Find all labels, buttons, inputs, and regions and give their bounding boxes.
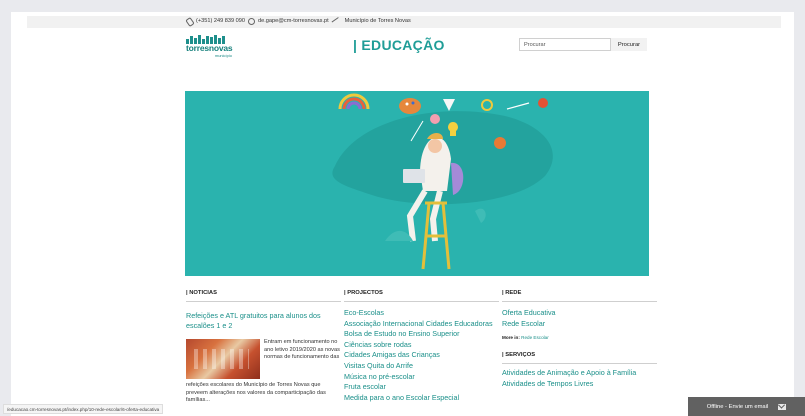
chat-widget[interactable]: Offline - Envie um email [688, 397, 805, 416]
municipality-link[interactable]: Município de Torres Novas [345, 18, 411, 24]
network-list: Oferta Educativa Rede Escolar [502, 308, 657, 329]
more-in: More in: Rede Escolar [502, 335, 657, 340]
more-in-link[interactable]: Rede Escolar [521, 335, 549, 340]
project-link[interactable]: Fruta escolar [344, 382, 499, 393]
contact-bar: (+351) 249 839 090 de.gape@cm-torresnova… [186, 15, 411, 27]
project-link[interactable]: Visitas Quita do Arrife [344, 361, 499, 372]
rainbow-icon [338, 93, 370, 110]
project-link[interactable]: Medida para o ano Escolar Especial [344, 393, 499, 404]
project-link[interactable]: Associação Internacional Cidades Educado… [344, 319, 499, 330]
services-list: Atividades de Animação e Apoio à Família… [502, 368, 657, 389]
search-input[interactable] [519, 38, 611, 51]
globe-icon [430, 114, 440, 124]
project-link[interactable]: Eco-Escolas [344, 308, 499, 319]
ball-icon [494, 137, 506, 149]
news-heading: | NOTICIAS [186, 290, 341, 302]
triangle-ruler-icon [443, 99, 455, 111]
news-body: Entram em funcionamento no ano letivo 20… [186, 339, 341, 403]
at-icon [248, 17, 255, 25]
logo-sub: município [214, 53, 232, 58]
service-link[interactable]: Atividades de Tempos Livres [502, 379, 657, 390]
more-in-label: More in: [502, 335, 520, 341]
chat-label: Offline - Envie um email [706, 403, 769, 410]
service-link[interactable]: Atividades de Animação e Apoio à Família [502, 368, 657, 379]
link-icon [331, 17, 341, 25]
logo-word: torresnovas [186, 43, 233, 53]
palette-icon [399, 98, 421, 114]
phone-icon [186, 18, 193, 25]
hero-illustration [332, 93, 553, 270]
hero-banner [185, 91, 649, 276]
news-text: Entram em funcionamento no ano letivo 20… [264, 339, 340, 361]
contact-email[interactable]: de.gape@cm-torresnovas.pt [258, 18, 329, 24]
laptop-icon [403, 169, 425, 183]
project-link[interactable]: Bolsa de Estudo no Ensino Superior [344, 329, 499, 340]
network-link[interactable]: Oferta Educativa [502, 308, 657, 319]
projects-heading: | PROJECTOS [344, 290, 499, 302]
projects-column: | PROJECTOS Eco-Escolas Associação Inter… [344, 290, 499, 403]
news-text-continued: refeições escolares do Município de Torr… [186, 382, 326, 404]
project-link[interactable]: Ciências sobre rodas [344, 340, 499, 351]
services-heading: | SERVIÇOS [502, 352, 657, 365]
project-link[interactable]: Música no pré-escolar [344, 372, 499, 383]
site-title: | EDUCAÇÃO [353, 37, 445, 53]
page: (+351) 249 839 090 de.gape@cm-torresnova… [11, 12, 794, 416]
news-image[interactable] [186, 339, 260, 379]
status-bar-url: /educacao.cm-torresnovas.pt/index.php/10… [3, 404, 164, 414]
projects-list: Eco-Escolas Associação Internacional Cid… [344, 308, 499, 403]
apple-icon [538, 98, 548, 108]
news-title-link[interactable]: Refeições e ATL gratuitos para alunos do… [186, 311, 341, 331]
search-button[interactable]: Procurar [611, 38, 647, 51]
magnifier-icon [481, 99, 493, 111]
logo[interactable]: torresnovas município [186, 35, 233, 61]
network-link[interactable]: Rede Escolar [502, 319, 657, 330]
mail-icon [778, 403, 787, 410]
project-link[interactable]: Cidades Amigas das Crianças [344, 350, 499, 361]
network-heading: | REDE [502, 290, 657, 302]
search-box: Procurar [519, 38, 647, 51]
network-column: | REDE Oferta Educativa Rede Escolar Mor… [502, 290, 657, 389]
contact-phone: (+351) 249 839 090 [196, 18, 245, 24]
news-column: | NOTICIAS Refeições e ATL gratuitos par… [186, 290, 341, 403]
